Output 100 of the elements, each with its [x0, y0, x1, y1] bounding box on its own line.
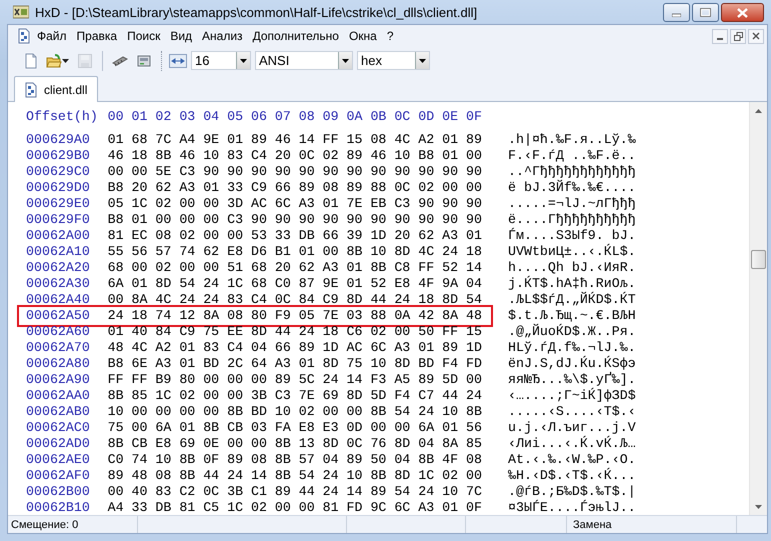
byte-cell-text: 5E [155, 164, 172, 180]
text-cell-text: $.t.Љ.Ђщ.~.€.BЉH [508, 308, 636, 324]
byte-cell-text: 90 [394, 212, 412, 228]
byte-cell-text: 57 [298, 452, 316, 468]
column-header: 02 [155, 109, 172, 125]
byte-cell-text: 8D [394, 468, 412, 484]
byte-cell-text: A3 [298, 196, 316, 212]
byte-cell-text: 89 [370, 484, 388, 500]
menu-item[interactable]: Дополнительно [248, 27, 344, 45]
menu-item[interactable]: Правка [72, 27, 122, 45]
scrollbar[interactable] [749, 102, 767, 515]
byte-cell-text: 84 [155, 324, 172, 340]
byte-cell-text: 0C [346, 436, 364, 452]
byte-cell-text: 24 [322, 372, 340, 388]
column-header: 0A [346, 109, 364, 125]
byte-cell-text: A3 [418, 500, 436, 515]
byte-cell-text: 08 [466, 452, 483, 468]
offset-base-dropdown[interactable]: hex [357, 51, 430, 70]
text-cell: F.‹F.ѓД ..‰F.ё.. [508, 148, 636, 164]
column-header: 01 [132, 109, 148, 125]
status-text: Смещение: 0 [11, 518, 78, 530]
byte-cell-text: A4 [108, 500, 125, 515]
column-header: 00 [108, 109, 125, 125]
byte-cell-text: 00 [370, 420, 388, 436]
menu-item[interactable]: Поиск [122, 27, 166, 45]
byte-cell-text: C7 [418, 388, 436, 404]
byte-cell-text: 8D [346, 388, 364, 404]
scroll-thumb[interactable] [751, 250, 766, 269]
byte-cell-text: 68 [132, 132, 148, 148]
byte-cell-text: A3 [322, 260, 340, 276]
menu-item[interactable]: Анализ [197, 27, 248, 45]
bytes-per-row-dropdown[interactable]: 16 [191, 51, 251, 70]
byte-cell-text: 5D [370, 388, 388, 404]
byte-cell-text: 89 [108, 468, 125, 484]
byte-cell-text: 90 [370, 212, 388, 228]
byte-cell-text: 10 [370, 356, 388, 372]
restore-button[interactable] [730, 28, 746, 44]
charset-dropdown[interactable]: ANSI [255, 51, 353, 70]
byte-cell-text: 8B [203, 420, 220, 436]
caret-icon [62, 58, 69, 62]
byte-cell-text: 1C [227, 500, 244, 515]
byte-cell-text: 01 [442, 500, 460, 515]
byte-cell-text: 89 [250, 132, 268, 148]
maximize-button[interactable] [692, 3, 719, 22]
byte-cell-text: 54 [394, 404, 412, 420]
byte-cell-text: 01 [132, 212, 148, 228]
byte-cell-text: 00 [250, 436, 268, 452]
byte-cell-text: 83 [203, 340, 220, 356]
close-button[interactable] [721, 3, 764, 22]
byte-cell-text: 18 [466, 244, 483, 260]
byte-cell-text: FF [322, 132, 340, 148]
byte-cell-text: 90 [274, 164, 292, 180]
byte-cell-text: 66 [322, 228, 340, 244]
menu-item[interactable]: Файл [32, 27, 72, 45]
column-header: 04 [203, 109, 220, 125]
byte-cell-text: C5 [203, 500, 220, 515]
byte-cell-text: 8B [108, 436, 125, 452]
menu-item[interactable]: Вид [165, 27, 198, 45]
byte-cell-text: 81 [179, 500, 196, 515]
byte-cell-text: 88 [370, 308, 388, 324]
byte-cell-text: 1D [322, 340, 340, 356]
byte-cell-text: 8A [203, 308, 220, 324]
byte-cell-text: 08 [155, 228, 172, 244]
byte-cell-text: 46 [108, 148, 125, 164]
byte-cell-text: 90 [274, 212, 292, 228]
byte-cell-text: 01 [418, 340, 436, 356]
byte-cell-text: 00 [203, 212, 220, 228]
text-cell: ‰H.‹D$.‹T$.‹Ќ... [508, 468, 636, 484]
byte-cell-text: 90 [298, 164, 316, 180]
byte-cell-text: 1C [418, 468, 436, 484]
byte-cell-text: 87 [298, 276, 316, 292]
byte-cell-text: 02 [322, 148, 340, 164]
byte-cell-text: 4F [418, 276, 436, 292]
byte-cell-text: 02 [179, 228, 196, 244]
byte-cell-text: 01 [442, 148, 460, 164]
byte-cell-text: 39 [346, 228, 364, 244]
text-cell-text: j.ЌT$.hА‡ћ.RиOљ. [508, 276, 636, 292]
text-cell: ‹…....;Г~iЌ]фЗD$ [508, 388, 636, 404]
minimize-button[interactable] [663, 3, 690, 22]
menu-item[interactable]: Окна [344, 27, 382, 45]
byte-cell-text: 8B [418, 452, 436, 468]
byte-cell-text: 40 [132, 324, 148, 340]
byte-cell-text: 80 [179, 372, 196, 388]
byte-cell-text: 00 [227, 436, 244, 452]
byte-cell-text: 14 [346, 484, 364, 500]
byte-cell-text: 90 [322, 164, 340, 180]
byte-cell-text: F4 [394, 388, 412, 404]
byte-cell-text: 0C [274, 292, 292, 308]
minimize-button[interactable] [712, 28, 728, 44]
file-tab[interactable]: client.dll [14, 76, 98, 102]
byte-cell-text: 00 [179, 404, 196, 420]
menu-item[interactable]: ? [382, 27, 399, 45]
text-cell: .h|¤ћ.‰F.я..Lў.‰ [508, 132, 636, 148]
byte-cell-text: C2 [179, 484, 196, 500]
byte-cell-text: 7E [346, 196, 364, 212]
byte-cell-text: 74 [155, 308, 172, 324]
byte-cell-text: 8B [274, 452, 292, 468]
offset-header: Offset(h) [26, 109, 99, 125]
offset-cell-text: 00062A50 [26, 308, 91, 324]
byte-cell-text: 00 [108, 292, 125, 308]
